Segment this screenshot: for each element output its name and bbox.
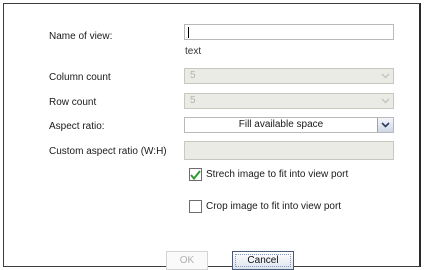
name-of-view-label: Name of view: [49, 31, 113, 42]
custom-aspect-ratio-input[interactable] [184, 141, 394, 160]
aspect-ratio-select[interactable]: Fill available space [184, 117, 394, 133]
ok-button[interactable]: OK [166, 251, 208, 270]
crop-label: Crop image to fit into view port [206, 201, 342, 212]
aspect-ratio-value: Fill available space [238, 119, 324, 130]
column-count-select[interactable]: 5 [184, 68, 394, 84]
chevron-down-icon[interactable] [377, 118, 393, 132]
row-count-label: Row count [49, 97, 97, 108]
name-of-view-input[interactable] [184, 24, 394, 40]
aspect-ratio-label: Aspect ratio: [49, 121, 105, 132]
row-count-select[interactable]: 5 [184, 93, 394, 109]
crop-option[interactable]: Crop image to fit into view port [189, 200, 341, 213]
stretch-option[interactable]: Strech image to fit into view port [189, 168, 348, 181]
view-settings-dialog: Name of view: text Column count 5 Row co… [3, 3, 421, 270]
column-count-label: Column count [49, 72, 111, 83]
checkmark-icon [190, 169, 201, 180]
custom-aspect-ratio-label: Custom aspect ratio (W:H) [49, 146, 167, 157]
cancel-button[interactable]: Cancel [232, 251, 294, 270]
row-count-value: 5 [190, 95, 196, 106]
stretch-label: Strech image to fit into view port [206, 169, 349, 180]
text-cursor [188, 27, 189, 38]
crop-checkbox[interactable] [189, 200, 202, 213]
name-hint: text [185, 46, 202, 57]
stretch-checkbox[interactable] [189, 168, 202, 181]
chevron-down-icon[interactable] [377, 69, 393, 83]
chevron-down-icon[interactable] [377, 94, 393, 108]
column-count-value: 5 [190, 70, 196, 81]
